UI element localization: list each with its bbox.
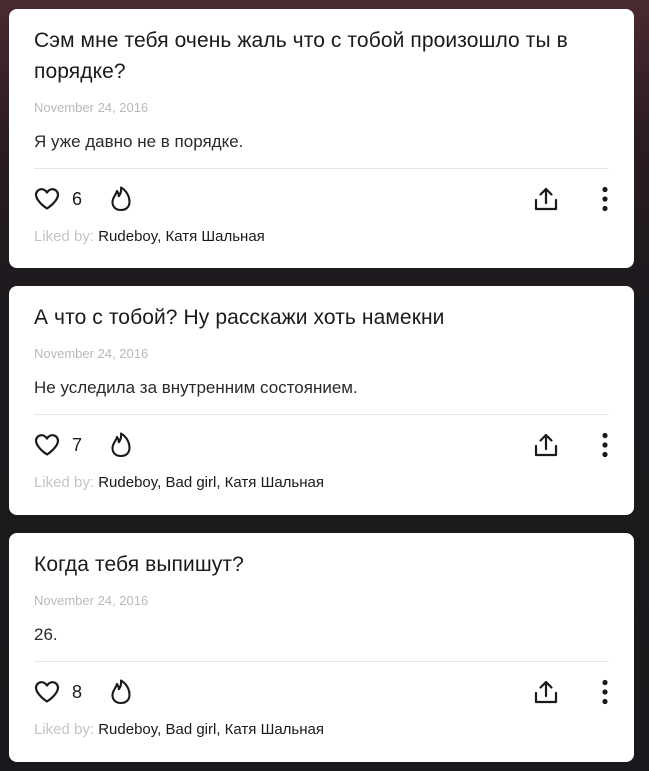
more-vertical-icon <box>602 432 608 458</box>
answer-card: Когда тебя выпишут? November 24, 2016 26… <box>9 533 634 762</box>
answer-card: А что с тобой? Ну расскажи хоть намекни … <box>9 286 634 515</box>
liked-by-label: Liked by: <box>34 228 95 245</box>
right-actions <box>533 423 609 467</box>
answer-text: 26. <box>34 625 58 644</box>
action-bar: 6 <box>34 177 609 221</box>
share-button[interactable] <box>533 186 559 212</box>
more-options-button[interactable] <box>601 186 609 212</box>
share-button[interactable] <box>533 679 559 705</box>
like-count: 8 <box>72 681 83 702</box>
liked-by-names[interactable]: Rudeboy, Катя Шальная <box>98 228 265 245</box>
share-icon <box>534 433 558 457</box>
heart-icon <box>34 681 60 703</box>
question-text[interactable]: Сэм мне тебя очень жаль что с тобой прои… <box>34 25 609 87</box>
liked-by: Liked by: Rudeboy, Bad girl, Катя Шальна… <box>34 473 609 493</box>
heart-icon <box>34 188 60 210</box>
share-icon <box>534 680 558 704</box>
question-text[interactable]: А что с тобой? Ну расскажи хоть намекни <box>34 302 609 333</box>
more-vertical-icon <box>602 679 608 705</box>
card-divider <box>34 168 609 169</box>
like-count: 6 <box>72 188 83 209</box>
fire-button[interactable] <box>110 679 132 705</box>
fire-button[interactable] <box>110 186 132 212</box>
heart-icon <box>34 434 60 456</box>
right-actions <box>533 670 609 714</box>
like-button[interactable] <box>34 187 60 211</box>
answer-date: November 24, 2016 <box>34 100 149 115</box>
fire-icon <box>111 432 131 458</box>
right-actions <box>533 177 609 221</box>
fire-icon <box>111 186 131 212</box>
question-text[interactable]: Когда тебя выпишут? <box>34 549 609 580</box>
fire-button[interactable] <box>110 432 132 458</box>
more-options-button[interactable] <box>601 679 609 705</box>
card-divider <box>34 414 609 415</box>
liked-by: Liked by: Rudeboy, Bad girl, Катя Шальна… <box>34 720 609 740</box>
share-button[interactable] <box>533 432 559 458</box>
liked-by-names[interactable]: Rudeboy, Bad girl, Катя Шальная <box>98 721 324 738</box>
answer-text: Я уже давно не в порядке. <box>34 132 244 151</box>
answers-feed: Сэм мне тебя очень жаль что с тобой прои… <box>9 9 634 762</box>
more-options-button[interactable] <box>601 432 609 458</box>
action-bar: 8 <box>34 670 609 714</box>
liked-by-label: Liked by: <box>34 721 95 738</box>
answer-date: November 24, 2016 <box>34 593 149 608</box>
card-divider <box>34 661 609 662</box>
liked-by-label: Liked by: <box>34 474 95 491</box>
like-button[interactable] <box>34 680 60 704</box>
answer-date: November 24, 2016 <box>34 346 149 361</box>
fire-icon <box>111 679 131 705</box>
answer-text: Не уследила за внутренним состоянием. <box>34 378 358 397</box>
action-bar: 7 <box>34 423 609 467</box>
answer-card: Сэм мне тебя очень жаль что с тобой прои… <box>9 9 634 268</box>
share-icon <box>534 187 558 211</box>
more-vertical-icon <box>602 186 608 212</box>
like-button[interactable] <box>34 433 60 457</box>
liked-by-names[interactable]: Rudeboy, Bad girl, Катя Шальная <box>98 474 324 491</box>
liked-by: Liked by: Rudeboy, Катя Шальная <box>34 227 609 247</box>
like-count: 7 <box>72 434 83 455</box>
